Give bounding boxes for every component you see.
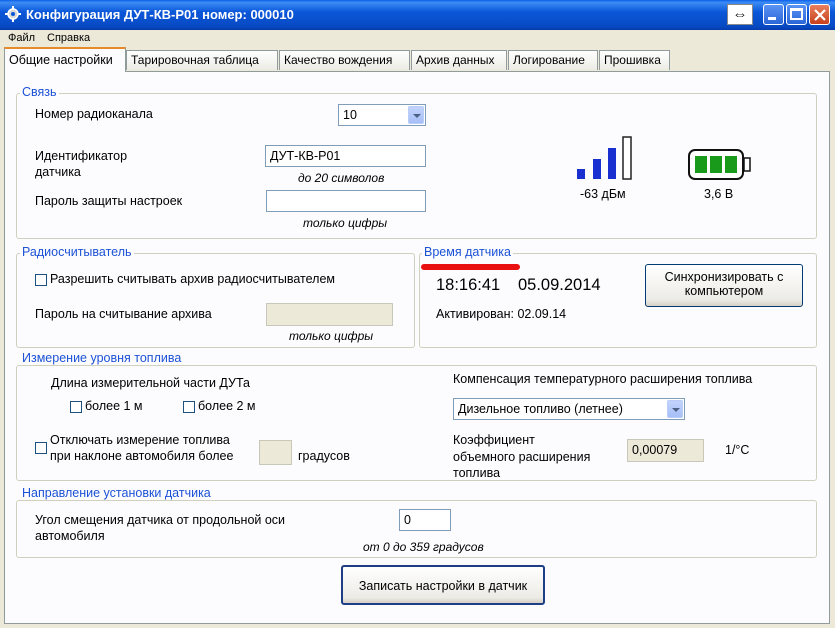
sensor-time-title: Время датчика [422, 245, 513, 259]
window-title: Конфигурация ДУТ-КВ-Р01 номер: 000010 [26, 7, 294, 22]
channel-label: Номер радиоканала [35, 107, 153, 121]
battery-voltage: 3,6 В [704, 187, 734, 201]
signal-strength-icon [577, 136, 632, 180]
channel-select[interactable]: 10 [338, 104, 426, 126]
angle-label-line2: автомобиля [35, 529, 105, 543]
tab-general-settings[interactable]: Общие настройки [4, 47, 126, 72]
disable-tilt-checkbox[interactable] [35, 442, 47, 454]
maximize-icon [790, 8, 803, 20]
more-2m-label: более 2 м [198, 399, 256, 413]
connection-group-title: Связь [20, 85, 59, 99]
sync-button-line1: Синхронизировать с [664, 270, 784, 284]
password-label: Пароль защиты настроек [35, 194, 183, 208]
close-icon [814, 9, 826, 21]
fuel-type-select[interactable]: Дизельное топливо (летнее) [453, 398, 685, 420]
id-input[interactable]: ДУТ-КВ-Р01 [265, 145, 426, 167]
activated-label: Активирован: 02.09.14 [436, 307, 567, 321]
allow-archive-checkbox[interactable] [35, 274, 47, 286]
tab-logging[interactable]: Логирование [508, 50, 598, 70]
radio-reader-title: Радиосчитыватель [20, 245, 134, 259]
archive-password-hint: только цифры [289, 329, 374, 343]
channel-value: 10 [343, 108, 357, 122]
chevron-down-icon[interactable] [408, 106, 424, 124]
highlight-underline [421, 264, 520, 270]
sync-time-button[interactable]: Синхронизировать с компьютером [645, 264, 803, 307]
archive-password-label: Пароль на считывание архива [35, 307, 212, 321]
length-label: Длина измерительной части ДУТа [51, 376, 250, 390]
maximize-button[interactable] [786, 4, 807, 25]
coef-value-field[interactable]: 0,00079 [627, 439, 704, 462]
tab-firmware[interactable]: Прошивка [599, 50, 670, 70]
minimize-button[interactable] [763, 4, 784, 25]
tilt-degrees-input[interactable] [259, 440, 292, 465]
coef-unit: 1/°C [725, 443, 750, 457]
gear-icon [5, 6, 21, 22]
direction-group-title: Направление установки датчика [20, 486, 213, 500]
tab-calibration-table[interactable]: Тарировочная таблица [126, 50, 278, 70]
fuel-type-value: Дизельное топливо (летнее) [458, 402, 623, 416]
id-label-line2: датчика [35, 165, 81, 179]
close-button[interactable] [809, 4, 830, 25]
angle-hint: от 0 до 359 градусов [363, 540, 484, 554]
menu-help[interactable]: Справка [47, 32, 90, 44]
fuel-group-title: Измерение уровня топлива [20, 351, 184, 365]
sync-button-line2: компьютером [684, 284, 764, 298]
battery-icon [688, 149, 751, 180]
minimize-icon [768, 17, 776, 20]
swap-arrows-button[interactable]: ⇔ [727, 4, 753, 25]
menu-file[interactable]: Файл [8, 32, 35, 44]
more-2m-checkbox[interactable] [183, 401, 195, 413]
archive-password-input[interactable] [266, 303, 393, 326]
more-1m-checkbox[interactable] [70, 401, 82, 413]
menu-bar [0, 30, 835, 48]
tab-data-archive[interactable]: Архив данных [411, 50, 507, 70]
disable-tilt-label-line1: Отключать измерение топлива [50, 433, 230, 447]
write-settings-button[interactable]: Записать настройки в датчик [341, 565, 545, 605]
password-hint: только цифры [303, 216, 388, 230]
coef-label-line2: объемного расширения [453, 450, 591, 464]
degrees-label: градусов [298, 449, 350, 463]
allow-archive-label: Разрешить считывать архив радиосчитывате… [50, 272, 335, 286]
more-1m-label: более 1 м [85, 399, 143, 413]
tab-driving-quality[interactable]: Качество вождения [279, 50, 410, 70]
coef-label-line3: топлива [453, 466, 501, 480]
signal-value: -63 дБм [580, 187, 626, 201]
coef-label-line1: Коэффициент [453, 433, 535, 447]
chevron-down-icon[interactable] [667, 400, 683, 418]
password-input[interactable] [266, 190, 426, 212]
angle-label-line1: Угол смещения датчика от продольной оси [35, 513, 286, 527]
sensor-time-value: 18:16:41 [436, 276, 501, 294]
angle-input[interactable]: 0 [399, 509, 451, 531]
disable-tilt-label-line2: при наклоне автомобиля более [50, 449, 234, 463]
compensation-label: Компенсация температурного расширения то… [453, 372, 753, 386]
id-hint: до 20 символов [298, 171, 385, 185]
id-label-line1: Идентификатор [35, 149, 128, 163]
sensor-date-value: 05.09.2014 [518, 276, 601, 294]
